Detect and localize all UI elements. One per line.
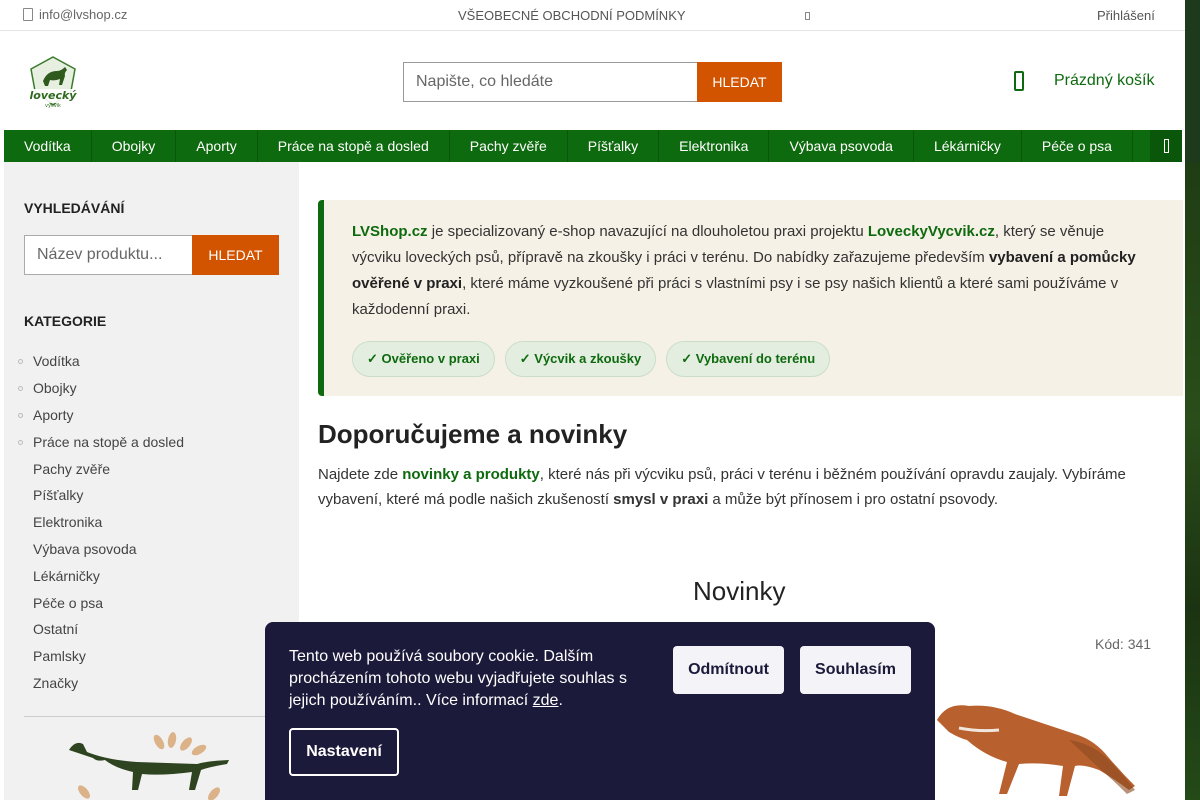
sidebar-search-heading: VYHLEDÁVÁNÍ [24, 200, 125, 216]
header-search: HLEDAT [403, 62, 782, 102]
novinky-heading: Novinky [693, 576, 786, 606]
section-text-part: a může být přínosem i pro ostatní psovod… [708, 491, 999, 508]
category-item[interactable]: Vodítka [18, 348, 280, 375]
dog-illustration [69, 732, 229, 800]
category-label: Výbava psovoda [33, 540, 137, 557]
badge-training: ✓ Výcvik a zkoušky [504, 341, 657, 377]
category-label: Obojky [33, 380, 77, 397]
cookie-text: Tento web používá soubory cookie. Dalším… [289, 646, 649, 712]
cart-icon [1014, 71, 1024, 91]
intro-box: LVShop.cz je specializovaný e-shop navaz… [318, 200, 1183, 396]
category-label: Značky [33, 674, 79, 691]
nav-item-voditka[interactable]: Vodítka [4, 130, 92, 162]
novinky-link[interactable]: novinky a produkty [402, 466, 540, 483]
envelope-icon [23, 8, 33, 21]
sidebar-divider [24, 716, 279, 717]
category-label: Píšťalky [33, 487, 84, 504]
sidebar-search-button[interactable]: HLEDAT [192, 235, 279, 275]
search-button[interactable]: HLEDAT [697, 62, 782, 102]
section-text-part: Najdete zde [318, 466, 403, 483]
cookie-message: Tento web používá soubory cookie. Dalším… [289, 648, 627, 709]
sidebar-search-input[interactable] [24, 235, 192, 275]
bullet-icon [18, 437, 28, 447]
nav-item-vybava-psovoda[interactable]: Výbava psovoda [769, 130, 914, 162]
sidebar-search: HLEDAT [24, 235, 279, 275]
cart-label: Prázdný košík [1054, 72, 1155, 89]
cookie-banner: Tento web používá soubory cookie. Dalším… [265, 622, 935, 800]
category-item[interactable]: Elektronika [18, 509, 280, 536]
sidebar: VYHLEDÁVÁNÍ HLEDAT KATEGORIE Vodítka Obo… [4, 162, 299, 800]
badge-tested: ✓ Ověřeno v praxi [352, 341, 495, 377]
badge-row: ✓ Ověřeno v praxi ✓ Výcvik a zkoušky ✓ V… [352, 341, 831, 377]
category-item[interactable]: Výbava psovoda [18, 536, 280, 563]
section-text: Najdete zde novinky a produkty, které ná… [318, 462, 1158, 512]
intro-text-part: je specializovaný e-shop navazující na d… [427, 223, 868, 240]
section-text-bold: smysl v praxi [613, 491, 709, 508]
nav-item-prace-na-stope[interactable]: Práce na stopě a dosled [258, 130, 450, 162]
category-item[interactable]: Práce na stopě a dosled [18, 428, 280, 455]
category-label: Pachy zvěře [33, 460, 111, 477]
category-item[interactable]: Ostatní [18, 616, 280, 643]
main-nav: Vodítka Obojky Aporty Práce na stopě a d… [4, 130, 1182, 162]
menu-icon [1163, 139, 1169, 153]
svg-text:výcvik: výcvik [45, 102, 61, 109]
category-item[interactable]: Obojky [18, 375, 280, 402]
background-decoration [1183, 162, 1200, 800]
category-item[interactable]: Lékárničky [18, 562, 280, 589]
lvshop-link[interactable]: LVShop.cz [352, 223, 428, 240]
category-item[interactable]: Značky [18, 670, 280, 697]
category-item[interactable]: Píšťalky [18, 482, 280, 509]
section-title: Doporučujeme a novinky [318, 419, 628, 449]
cookie-text-end: . [558, 692, 563, 709]
header: lovecký výcvik HLEDAT Prázdný košík [0, 31, 1185, 130]
email-text: info@lvshop.cz [39, 7, 128, 22]
nav-item-pece-o-psa[interactable]: Péče o psa [1022, 130, 1133, 162]
category-item[interactable]: Pamlsky [18, 643, 280, 670]
page: info@lvshop.cz VŠEOBECNÉ OBCHODNÍ PODMÍN… [0, 0, 1185, 800]
badge-equipment: ✓ Vybavení do terénu [666, 341, 831, 377]
nav-item-aporty[interactable]: Aporty [176, 130, 258, 162]
category-label: Péče o psa [33, 594, 104, 611]
category-label: Práce na stopě a dosled [33, 433, 184, 450]
category-label: Vodítka [33, 353, 80, 370]
category-item[interactable]: Péče o psa [18, 589, 280, 616]
categories-heading: KATEGORIE [24, 313, 107, 329]
product-code: Kód: 341 [1095, 636, 1152, 652]
category-label: Elektronika [33, 514, 103, 531]
bullet-icon [18, 356, 28, 366]
category-label: Aporty [33, 406, 74, 423]
intro-text: LVShop.cz je specializovaný e-shop navaz… [352, 219, 1152, 323]
category-label: Pamlsky [33, 648, 86, 665]
contact-email[interactable]: info@lvshop.cz [23, 7, 127, 22]
fox-product-image[interactable] [919, 662, 1149, 800]
search-input[interactable] [403, 62, 697, 102]
category-item[interactable]: Aporty [18, 402, 280, 429]
cookie-reject-button[interactable]: Odmítnout [673, 646, 784, 694]
cookie-more-link[interactable]: zde [533, 692, 559, 709]
cookie-settings-button[interactable]: Nastavení [289, 728, 399, 776]
top-bar: info@lvshop.cz VŠEOBECNÉ OBCHODNÍ PODMÍN… [0, 0, 1185, 31]
nav-item-elektronika[interactable]: Elektronika [659, 130, 770, 162]
category-label: Ostatní [33, 621, 79, 638]
svg-text:lovecký: lovecký [30, 89, 78, 102]
login-link[interactable]: Přihlášení [1097, 8, 1155, 23]
category-list: Vodítka Obojky Aporty Práce na stopě a d… [18, 348, 280, 696]
bullet-icon [18, 383, 28, 393]
nav-more-button[interactable] [1150, 130, 1182, 162]
phone-icon [805, 12, 810, 20]
category-label: Lékárničky [33, 567, 100, 584]
loveckyvycvik-link[interactable]: LoveckyVycvik.cz [868, 223, 995, 240]
nav-item-obojky[interactable]: Obojky [92, 130, 177, 162]
category-item[interactable]: Pachy zvěře [18, 455, 280, 482]
nav-item-pachy-zvere[interactable]: Pachy zvěře [450, 130, 568, 162]
cookie-accept-button[interactable]: Souhlasím [800, 646, 911, 694]
bullet-icon [18, 410, 28, 420]
nav-item-pistalky[interactable]: Píšťalky [568, 130, 660, 162]
intro-text-part: , které máme vyzkoušené při práci s vlas… [352, 275, 1119, 318]
terms-link[interactable]: VŠEOBECNÉ OBCHODNÍ PODMÍNKY [458, 8, 686, 23]
cart[interactable]: Prázdný košík [1014, 71, 1154, 91]
nav-item-lekarnicky[interactable]: Lékárničky [914, 130, 1022, 162]
site-logo[interactable]: lovecký výcvik [23, 51, 83, 111]
